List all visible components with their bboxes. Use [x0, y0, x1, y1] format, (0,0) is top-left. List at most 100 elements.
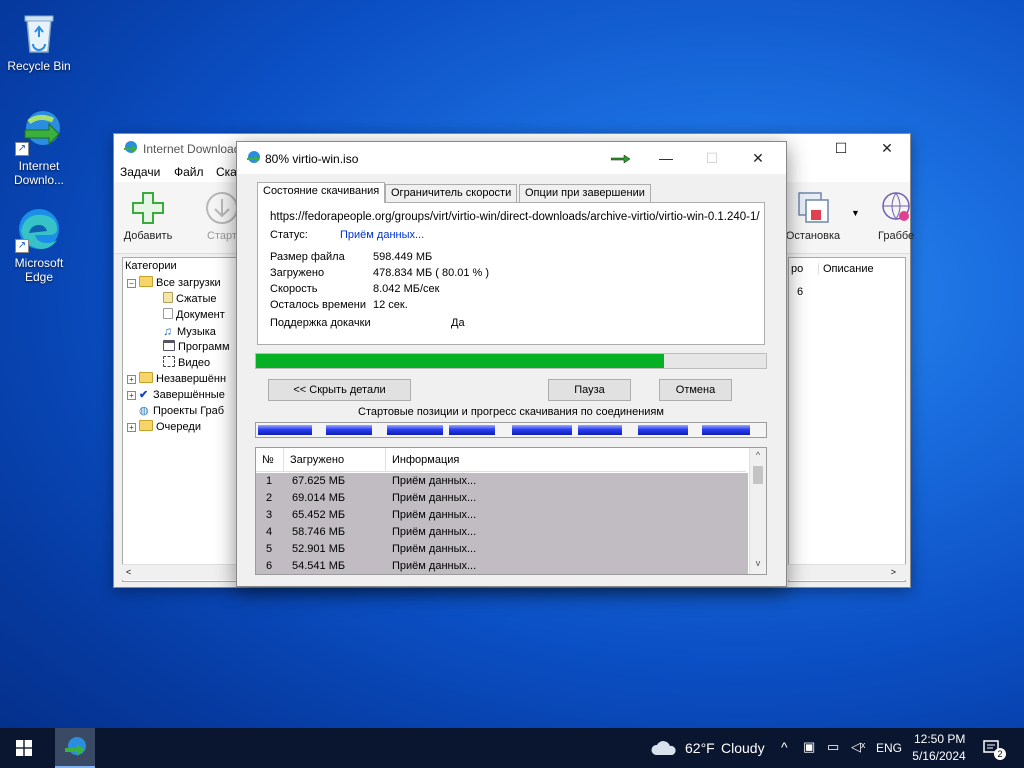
downloads-list-partial: ро Описание 6 — [788, 257, 906, 582]
expand-icon[interactable]: + — [127, 375, 136, 384]
archive-icon — [163, 292, 173, 303]
table-row[interactable]: 4 58.746 МБ Приём данных... — [256, 524, 748, 541]
clock-time[interactable]: 12:50 PM — [914, 732, 965, 746]
maximize-button[interactable]: ☐ — [818, 134, 864, 162]
tray-chevron-up-icon[interactable]: ^ — [781, 739, 788, 755]
tree-item-compressed[interactable]: Сжатые — [163, 292, 216, 305]
taskbar-idm-button[interactable] — [55, 728, 95, 768]
minimize-button[interactable]: — — [643, 142, 689, 174]
tree-header: Категории — [125, 260, 177, 272]
tree-item-programs[interactable]: Программ — [163, 340, 230, 353]
column-header-info[interactable]: Информация — [386, 448, 746, 472]
menu-file[interactable]: Файл — [174, 165, 204, 179]
tab-speed-limiter[interactable]: Ограничитель скорости — [385, 184, 518, 202]
table-row[interactable]: 2 69.014 МБ Приём данных... — [256, 490, 748, 507]
folder-unfinished-icon — [139, 372, 153, 383]
desktop-icon-recycle-bin[interactable]: Recycle Bin — [0, 8, 78, 73]
windows-logo-icon — [16, 740, 32, 756]
program-window-icon — [163, 340, 175, 351]
connections-list-scrollbar[interactable]: ^ v — [749, 448, 766, 574]
pause-button[interactable]: Пауза — [548, 379, 631, 401]
column-header-partial[interactable]: ро — [789, 263, 819, 275]
list-cell-partial: 6 — [797, 286, 804, 298]
connection-segment — [326, 425, 372, 435]
menu-downloads[interactable]: Ска — [216, 165, 237, 179]
file-size-label: Размер файла — [270, 251, 345, 263]
status-value: Приём данных... — [340, 229, 425, 241]
scroll-down-icon[interactable]: v — [750, 558, 766, 568]
maximize-button: ☐ — [705, 150, 719, 166]
clock-date[interactable]: 5/16/2024 — [909, 749, 969, 763]
tree-item-all-downloads[interactable]: − Все загрузки — [127, 276, 221, 289]
language-indicator[interactable]: ENG — [876, 741, 902, 755]
column-header-description[interactable]: Описание — [819, 263, 874, 275]
recycle-bin-icon — [15, 8, 63, 56]
scroll-left-icon[interactable]: < — [126, 567, 131, 577]
connections-caption: Стартовые позиции и прогресс скачивания … — [358, 406, 664, 418]
tree-item-music[interactable]: ♫ Музыка — [163, 324, 216, 338]
column-header-number[interactable]: № — [256, 448, 284, 472]
scrollbar-thumb[interactable] — [753, 466, 763, 484]
table-row[interactable]: 6 54.541 МБ Приём данных... — [256, 558, 748, 574]
tree-item-video[interactable]: Видео — [163, 356, 210, 369]
tree-item-unfinished[interactable]: + Незавершённ — [127, 372, 226, 385]
tab-on-completion[interactable]: Опции при завершении — [519, 184, 651, 202]
connection-segment — [449, 425, 495, 435]
download-progress-bar — [255, 353, 767, 369]
music-note-icon: ♫ — [163, 324, 172, 338]
table-row[interactable]: 1 67.625 МБ Приём данных... — [256, 473, 748, 490]
folder-queue-icon — [139, 420, 153, 431]
categories-tree: Категории − Все загрузки Сжатые Документ … — [122, 257, 242, 582]
close-button[interactable]: ✕ — [864, 134, 910, 162]
film-icon — [163, 356, 175, 367]
add-button[interactable]: Добавить — [116, 190, 180, 242]
download-url: https://fedorapeople.org/groups/virt/vir… — [270, 211, 760, 223]
connections-list-body: 1 67.625 МБ Приём данных... 2 69.014 МБ … — [256, 473, 748, 574]
idm-app-icon — [124, 141, 137, 153]
connection-segment — [702, 425, 750, 435]
network-icon[interactable]: ▭ — [827, 739, 839, 755]
weather-description[interactable]: Cloudy — [721, 740, 765, 756]
expand-icon[interactable]: + — [127, 391, 136, 400]
edge-icon: ↗ — [15, 205, 63, 253]
expand-icon[interactable]: + — [127, 423, 136, 432]
notifications-icon[interactable]: 2 — [982, 738, 1006, 760]
hide-details-button[interactable]: << Скрыть детали — [268, 379, 411, 401]
camera-icon[interactable]: ▣ — [803, 739, 815, 755]
speed-label: Скорость — [270, 283, 318, 295]
table-row[interactable]: 3 65.452 МБ Приём данных... — [256, 507, 748, 524]
weather-cloud-icon[interactable] — [650, 739, 678, 757]
connection-segment — [638, 425, 688, 435]
grabber-button[interactable]: Граббе — [862, 190, 926, 242]
collapse-icon[interactable]: − — [127, 279, 136, 288]
tree-item-finished[interactable]: + ✔ Завершённые — [127, 388, 225, 401]
tree-item-documents[interactable]: Документ — [163, 308, 225, 321]
idm-main-title: Internet Download — [143, 142, 241, 156]
notifications-count-badge: 2 — [994, 748, 1006, 760]
document-icon — [163, 308, 173, 319]
time-left-label: Осталось времени — [270, 299, 367, 311]
resume-support-label: Поддержка докачки — [270, 317, 371, 329]
volume-muted-icon[interactable]: ◁ˣ — [851, 739, 865, 755]
column-header-downloaded[interactable]: Загружено — [284, 448, 386, 472]
shortcut-arrow-icon: ↗ — [15, 239, 29, 253]
desktop-icon-label: Microsoft Edge — [14, 256, 64, 284]
download-progress-dialog: 80% virtio-win.iso — ☐ ✕ Состояние скачи… — [236, 141, 787, 587]
tab-download-status[interactable]: Состояние скачивания — [257, 182, 386, 203]
resume-support-value: Да — [451, 317, 465, 329]
cancel-button[interactable]: Отмена — [659, 379, 732, 401]
scroll-right-icon[interactable]: > — [891, 567, 896, 577]
tree-item-queues[interactable]: + Очереди — [127, 420, 201, 433]
start-button[interactable] — [0, 728, 48, 768]
table-row[interactable]: 5 52.901 МБ Приём данных... — [256, 541, 748, 558]
weather-temperature[interactable]: 62°F — [685, 740, 715, 756]
stop-all-button[interactable]: Остановка — [781, 190, 845, 242]
scroll-up-icon[interactable]: ^ — [750, 450, 766, 460]
tree-item-grabber-projects[interactable]: ◍ Проекты Граб — [139, 404, 224, 417]
desktop-icon-edge[interactable]: ↗ Microsoft Edge — [0, 205, 78, 284]
desktop-icon-idm[interactable]: ↗ Internet Downlo... — [0, 108, 78, 187]
stop-dropdown-chevron-icon[interactable]: ▼ — [851, 208, 860, 218]
menu-tasks[interactable]: Задачи — [120, 165, 160, 179]
desktop-icon-label: Internet Downlo... — [13, 159, 65, 187]
close-button[interactable]: ✕ — [735, 142, 781, 174]
